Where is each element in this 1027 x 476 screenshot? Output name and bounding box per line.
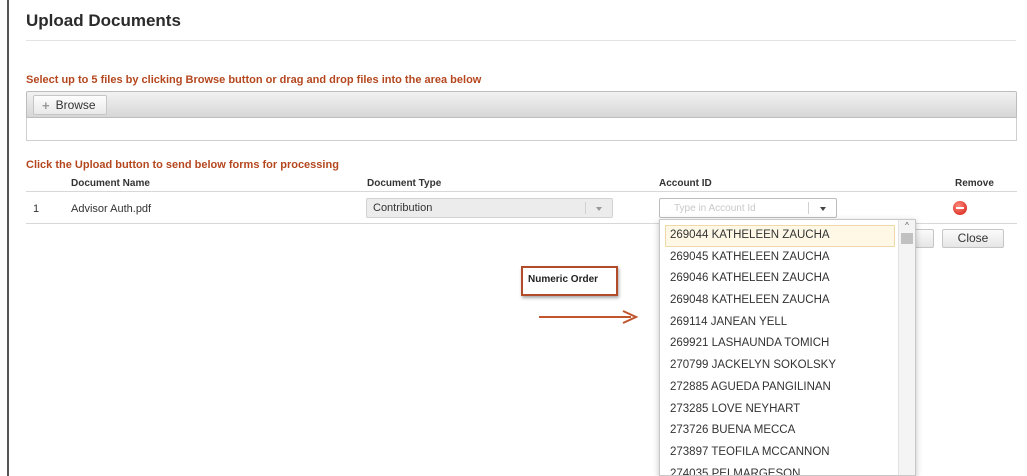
close-button[interactable]: Close [942, 229, 1004, 248]
scrollbar-thumb[interactable] [901, 233, 913, 244]
column-header-document-type: Document Type [367, 178, 442, 189]
account-option[interactable]: 269048 KATHELEEN ZAUCHA [665, 290, 895, 312]
plus-icon: + [42, 97, 50, 113]
chevron-down-icon [596, 207, 602, 211]
column-header-account-id: Account ID [659, 178, 712, 189]
arrow-right-icon [539, 310, 639, 324]
account-option[interactable]: 272885 AGUEDA PANGILINAN [665, 377, 895, 399]
account-id-dropdown[interactable]: 269044 KATHELEEN ZAUCHA 269045 KATHELEEN … [659, 219, 916, 476]
browse-button-label: Browse [55, 98, 96, 112]
account-options-list: 269044 KATHELEEN ZAUCHA 269045 KATHELEEN … [665, 225, 895, 475]
select-separator [585, 202, 586, 214]
window-left-border [7, 0, 9, 476]
account-option[interactable]: 273726 BUENA MECCA [665, 420, 895, 442]
column-header-document-name: Document Name [71, 178, 150, 189]
combobox-separator [808, 202, 809, 214]
document-type-value: Contribution [373, 202, 433, 214]
upload-instruction: Click the Upload button to send below fo… [26, 159, 339, 171]
numeric-order-callout: Numeric Order [521, 266, 618, 296]
account-option[interactable]: 269045 KATHELEEN ZAUCHA [665, 247, 895, 269]
select-files-instruction: Select up to 5 files by clicking Browse … [26, 74, 482, 86]
title-divider [26, 40, 1016, 41]
remove-icon[interactable] [953, 201, 967, 215]
table-header-divider [26, 191, 1017, 192]
account-option[interactable]: 269044 KATHELEEN ZAUCHA [665, 225, 895, 247]
account-option[interactable]: 269114 JANEAN YELL [665, 312, 895, 334]
chevron-down-icon[interactable] [820, 207, 826, 211]
dropdown-scrollbar[interactable]: ^ [898, 220, 915, 475]
browse-button[interactable]: + Browse [33, 95, 107, 115]
account-option[interactable]: 270799 JACKELYN SOKOLSKY [665, 355, 895, 377]
account-option[interactable]: 273285 LOVE NEYHART [665, 399, 895, 421]
document-type-select[interactable]: Contribution [366, 198, 613, 218]
row-index: 1 [33, 203, 40, 215]
file-drop-zone[interactable] [26, 118, 1017, 141]
document-name-cell: Advisor Auth.pdf [71, 203, 152, 215]
account-id-placeholder: Type in Account Id [674, 203, 756, 214]
account-option[interactable]: 269921 LASHAUNDA TOMICH [665, 333, 895, 355]
account-option[interactable]: 273897 TEOFILA MCCANNON [665, 442, 895, 464]
upload-button[interactable] [914, 229, 934, 248]
page-title: Upload Documents [26, 11, 181, 30]
scroll-up-icon[interactable]: ^ [899, 220, 915, 232]
column-header-remove: Remove [955, 178, 994, 189]
account-id-combobox[interactable]: Type in Account Id [659, 198, 837, 218]
account-option[interactable]: 274035 PEI MARGESON [665, 464, 895, 475]
browse-toolbar: + Browse [26, 91, 1017, 118]
account-option[interactable]: 269046 KATHELEEN ZAUCHA [665, 268, 895, 290]
